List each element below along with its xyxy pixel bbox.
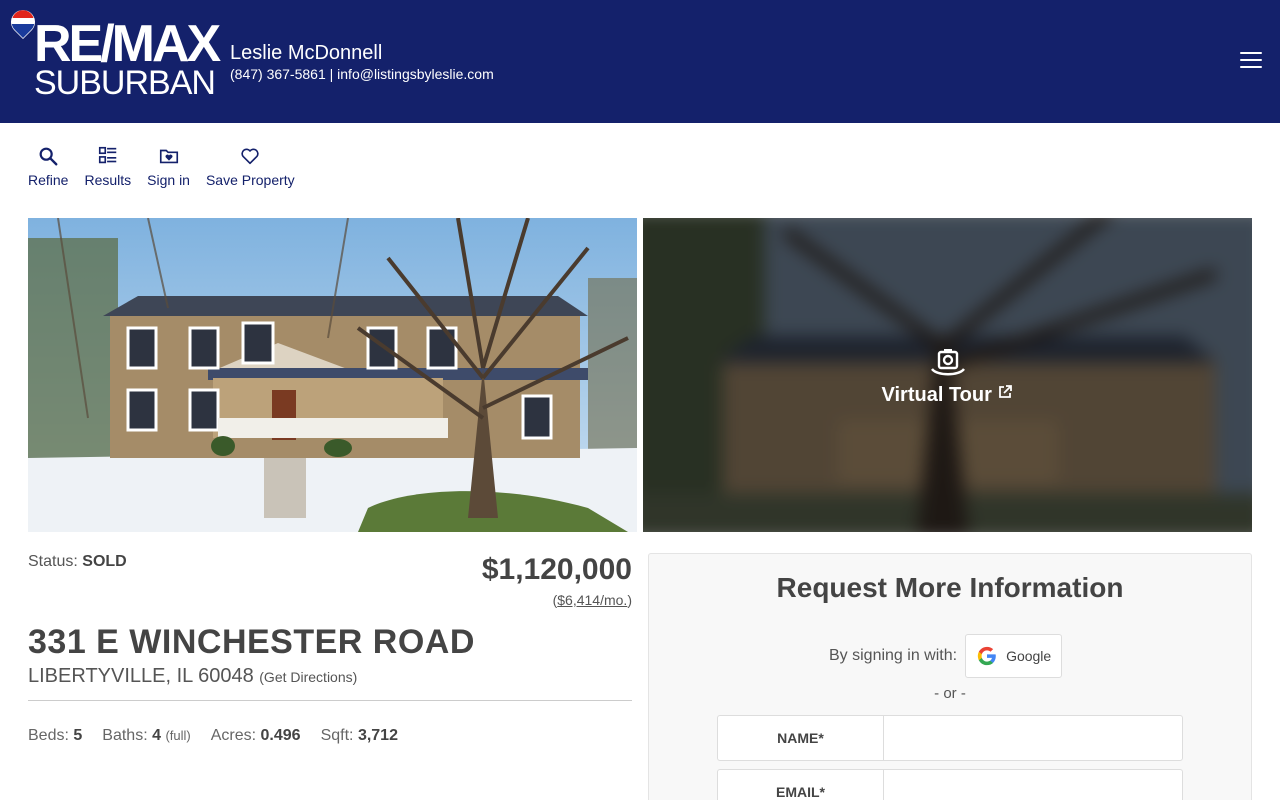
save-property-label: Save Property <box>205 172 295 188</box>
site-header: RE/MAX SUBURBAN Leslie McDonnell (847) 3… <box>0 0 1280 123</box>
city-state-zip: LIBERTYVILLE, IL 60048 <box>28 665 254 687</box>
virtual-tour-label: Virtual Tour <box>643 384 1252 407</box>
or-separator: - or - <box>934 685 966 702</box>
google-icon <box>977 646 996 666</box>
email-field: EMAIL* <box>717 769 1183 800</box>
search-icon <box>39 147 58 166</box>
email-label: EMAIL* <box>718 770 884 800</box>
camera-360-icon <box>931 349 965 376</box>
logo-subtitle: SUBURBAN <box>34 64 216 102</box>
sign-in-label: Sign in <box>147 172 190 188</box>
house-photo-image <box>28 218 637 532</box>
remax-logo[interactable]: RE/MAX SUBURBAN <box>10 10 221 100</box>
social-signin: By signing in with: Google <box>829 634 1063 678</box>
property-photo[interactable] <box>28 218 637 532</box>
results-button[interactable]: Results <box>84 145 131 188</box>
signin-text: By signing in with: <box>829 647 958 664</box>
name-label: NAME* <box>718 716 884 760</box>
listing-toolbar: Refine Results Sign in Save Property <box>28 145 311 188</box>
save-property-button[interactable]: Save Property <box>206 145 295 188</box>
form-title: Request More Information <box>776 572 1124 603</box>
email-input[interactable] <box>884 770 1182 800</box>
get-directions-link[interactable]: (Get Directions) <box>259 669 357 685</box>
listing-address: 331 E WINCHESTER ROAD <box>28 623 475 661</box>
listing-city: LIBERTYVILLE, IL 60048 (Get Directions) <box>28 665 357 688</box>
monthly-payment: ($6,414/mo.) <box>552 592 632 608</box>
refine-button[interactable]: Refine <box>28 145 68 188</box>
request-info-form: Request More Information By signing in w… <box>648 553 1252 800</box>
results-list-icon <box>98 146 117 164</box>
name-input[interactable] <box>884 716 1182 760</box>
listing-status: Status: SOLD <box>28 553 127 571</box>
refine-label: Refine <box>28 172 69 188</box>
results-label: Results <box>84 172 132 188</box>
sign-in-button[interactable]: Sign in <box>147 145 190 188</box>
sqft-fact: Sqft: 3,712 <box>320 727 398 744</box>
balloon-icon <box>11 10 35 39</box>
listing-price: $1,120,000 <box>481 553 632 586</box>
agent-contact[interactable]: (847) 367-5861 | info@listingsbyleslie.c… <box>230 65 494 83</box>
beds-fact: Beds: 5 <box>28 727 83 744</box>
heart-icon <box>241 148 259 165</box>
logo-wordmark: RE/MAX <box>34 15 221 73</box>
folder-heart-icon <box>159 149 178 164</box>
listing-facts: Beds: 5 Baths: 4 (full) Acres: 0.496 Sqf… <box>28 727 398 745</box>
virtual-tour-text: Virtual Tour <box>881 384 992 406</box>
name-field: NAME* <box>717 715 1183 761</box>
status-label: Status: <box>28 553 78 570</box>
agent-info: Leslie McDonnell (847) 367-5861 | info@l… <box>230 41 494 83</box>
monthly-payment-link[interactable]: $6,414/mo. <box>557 592 627 608</box>
baths-fact: Baths: 4 (full) <box>102 727 191 744</box>
google-signin-button[interactable]: Google <box>965 634 1063 678</box>
google-label: Google <box>1006 648 1052 664</box>
virtual-tour-tile[interactable]: Virtual Tour <box>643 218 1252 532</box>
agent-name: Leslie McDonnell <box>230 42 383 64</box>
acres-fact: Acres: 0.496 <box>210 727 301 744</box>
divider <box>28 700 632 701</box>
hamburger-menu-icon[interactable] <box>1240 52 1262 72</box>
status-value: SOLD <box>82 553 127 570</box>
external-link-icon <box>999 385 1013 398</box>
